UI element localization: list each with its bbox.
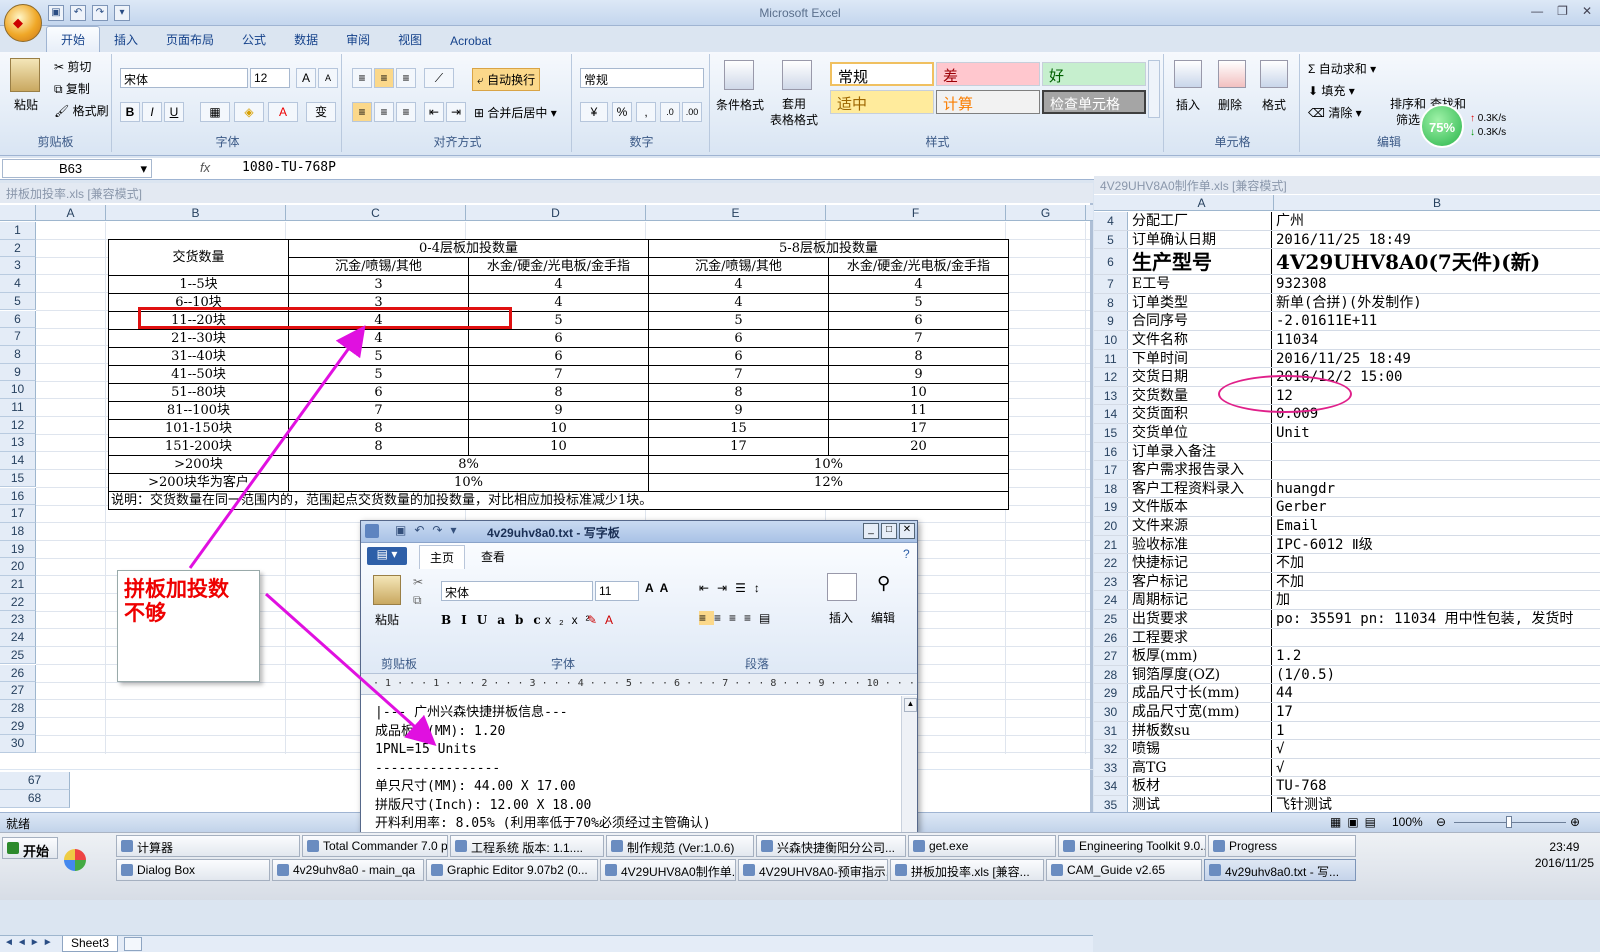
clock-time: 23:49 (1549, 840, 1580, 854)
taskbar-button[interactable]: 4v29uhv8a0.txt - 写... (1204, 859, 1356, 881)
callout-note: 拼板加投数 不够 (117, 570, 260, 682)
app-icon (761, 840, 773, 852)
app-icon (913, 840, 925, 852)
taskbar-button-label: Dialog Box (137, 863, 196, 877)
app-icon (611, 840, 623, 852)
taskbar-button[interactable]: Dialog Box (116, 859, 270, 881)
taskbar-button[interactable]: 工程系统 版本: 1.1.... (450, 835, 604, 857)
app-icon (431, 864, 443, 876)
app-icon (277, 864, 289, 876)
taskbar-button[interactable]: CAM_Guide v2.65 (1046, 859, 1202, 881)
app-icon (307, 840, 319, 852)
app-icon (1213, 840, 1225, 852)
taskbar-button[interactable]: Total Commander 7.0 p... (302, 835, 448, 857)
taskbar-button[interactable]: Graphic Editor 9.07b2 (0... (426, 859, 598, 881)
sheet-nav-icons[interactable]: ◄◄►► (4, 937, 56, 948)
taskbar-button-label: get.exe (929, 839, 969, 853)
office-button[interactable]: ◆ (4, 4, 42, 42)
taskbar-button-label: Total Commander 7.0 p... (323, 839, 448, 853)
callout-text: 拼板加投数 不够 (124, 576, 229, 625)
app-icon (455, 840, 467, 852)
arrow-to-table (188, 325, 366, 569)
quick-launch-icon[interactable] (64, 849, 86, 871)
app-icon (121, 840, 133, 852)
taskbar-button-label: 工程系统 版本: 1.1.... (471, 841, 584, 855)
taskbar-button[interactable]: 4v29uhv8a0 - main_qa (272, 859, 424, 881)
app-icon (605, 864, 617, 876)
taskbar-button[interactable]: 拼板加投率.xls [兼容... (890, 859, 1044, 881)
start-button[interactable]: 开始 (2, 837, 58, 859)
windows-logo-icon (7, 842, 19, 854)
taskbar-button[interactable]: 计算器 (116, 835, 300, 857)
taskbar-button-label: 4V29UHV8A0制作单.xls... (621, 865, 736, 879)
app-icon (1209, 864, 1221, 876)
app-icon (1051, 864, 1063, 876)
system-clock[interactable]: 23:49 2016/11/25 (1535, 839, 1594, 871)
clock-date: 2016/11/25 (1534, 856, 1594, 870)
taskbar-button-label: 计算器 (137, 841, 174, 855)
taskbar-button-label: Graphic Editor 9.07b2 (0... (447, 863, 588, 877)
app-icon (895, 864, 907, 876)
taskbar-button[interactable]: get.exe (908, 835, 1056, 857)
taskbar-button-label: 兴森快捷衡阳分公司... (777, 841, 896, 855)
office-logo-icon: ◆ (13, 15, 23, 30)
taskbar-button[interactable]: Engineering Toolkit 9.0... (1058, 835, 1206, 857)
taskbar-button-label: 4v29uhv8a0.txt - 写... (1225, 865, 1340, 879)
start-label: 开始 (23, 844, 50, 859)
taskbar: 开始 23:49 2016/11/25 计算器 Total Commander 7… (0, 832, 1600, 900)
taskbar-button-label: 4V29UHV8A0-预审指示... (759, 865, 888, 879)
taskbar-button[interactable]: 4V29UHV8A0-预审指示... (738, 859, 888, 881)
taskbar-button-label: 4v29uhv8a0 - main_qa (293, 863, 416, 877)
taskbar-button[interactable]: 兴森快捷衡阳分公司... (756, 835, 906, 857)
taskbar-button[interactable]: Progress (1208, 835, 1356, 857)
taskbar-button[interactable]: 制作规范 (Ver:1.0.6) (606, 835, 754, 857)
taskbar-button-label: Progress (1229, 839, 1278, 853)
arrow-to-wordpad (265, 592, 437, 746)
taskbar-button[interactable]: 4V29UHV8A0制作单.xls... (600, 859, 736, 881)
taskbar-button-label: Engineering Toolkit 9.0... (1079, 839, 1206, 853)
insert-sheet-icon[interactable] (124, 937, 142, 951)
taskbar-button-label: CAM_Guide v2.65 (1067, 863, 1166, 877)
app-icon (1063, 840, 1075, 852)
sheet-tabs-bar: ◄◄►► Sheet3 (0, 935, 1093, 952)
annotation-arrows (188, 325, 437, 746)
taskbar-button-label: 制作规范 (Ver:1.0.6) (627, 841, 735, 855)
taskbar-button-label: 拼板加投率.xls [兼容... (911, 865, 1030, 879)
app-icon (121, 864, 133, 876)
app-icon (743, 864, 755, 876)
sheet-tab-sheet3[interactable]: Sheet3 (62, 936, 119, 952)
